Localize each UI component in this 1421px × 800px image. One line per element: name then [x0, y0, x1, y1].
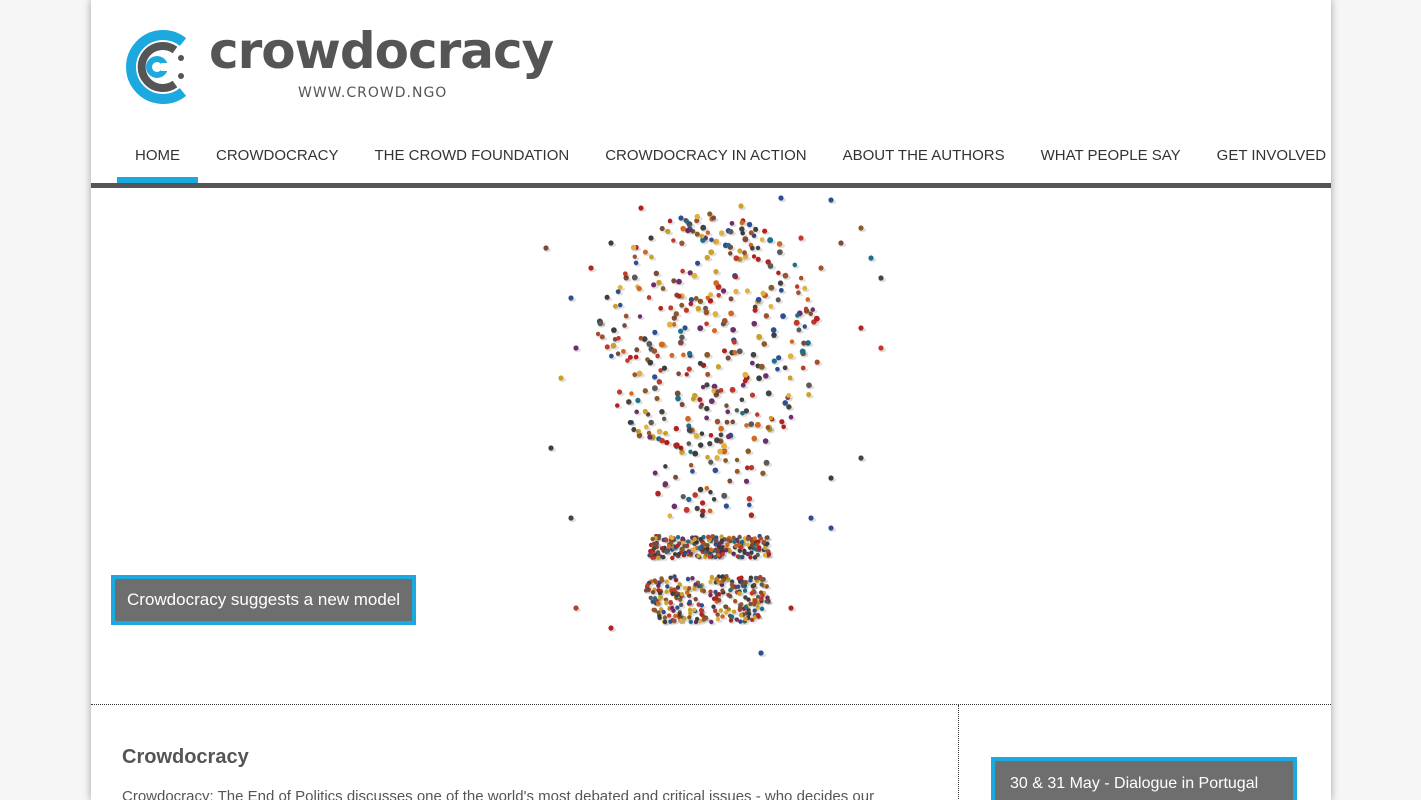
nav-item-crowdocracy[interactable]: CROWDOCRACY: [198, 136, 357, 183]
nav-item-crowd-foundation[interactable]: THE CROWD FOUNDATION: [357, 136, 588, 183]
crowdocracy-logo-icon: [126, 30, 191, 104]
nav-item-get-involved[interactable]: GET INVOLVED: [1199, 136, 1331, 183]
site-logo[interactable]: crowdocracy WWW.CROWD.NGO: [121, 22, 554, 110]
nav-item-what-people-say[interactable]: WHAT PEOPLE SAY: [1023, 136, 1199, 183]
hero-caption-button[interactable]: Crowdocracy suggests a new model: [111, 575, 417, 625]
nav-item-crowdocracy-in-action[interactable]: CROWDOCRACY IN ACTION: [587, 136, 824, 183]
main-nav: HOME CROWDOCRACY THE CROWD FOUNDATION CR…: [117, 136, 1331, 183]
logo-wordmark: crowdocracy: [209, 22, 554, 80]
logo-url: WWW.CROWD.NGO: [298, 85, 448, 101]
site-header: crowdocracy WWW.CROWD.NGO HOME CROWDOCRA…: [91, 0, 1331, 183]
section-divider: [91, 704, 1331, 705]
content-body: Crowdocracy: The End of Politics discuss…: [122, 788, 875, 800]
sidebar-news-button[interactable]: 30 & 31 May - Dialogue in Portugal: [991, 757, 1297, 800]
page: crowdocracy WWW.CROWD.NGO HOME CROWDOCRA…: [91, 0, 1331, 800]
content-title: Crowdocracy: [122, 746, 249, 768]
hero-slider: Crowdocracy suggests a new model: [91, 188, 1331, 704]
nav-item-home[interactable]: HOME: [117, 136, 198, 183]
column-divider: [958, 705, 959, 800]
crowd-lightbulb-image: [543, 195, 887, 658]
nav-item-about-authors[interactable]: ABOUT THE AUTHORS: [825, 136, 1023, 183]
